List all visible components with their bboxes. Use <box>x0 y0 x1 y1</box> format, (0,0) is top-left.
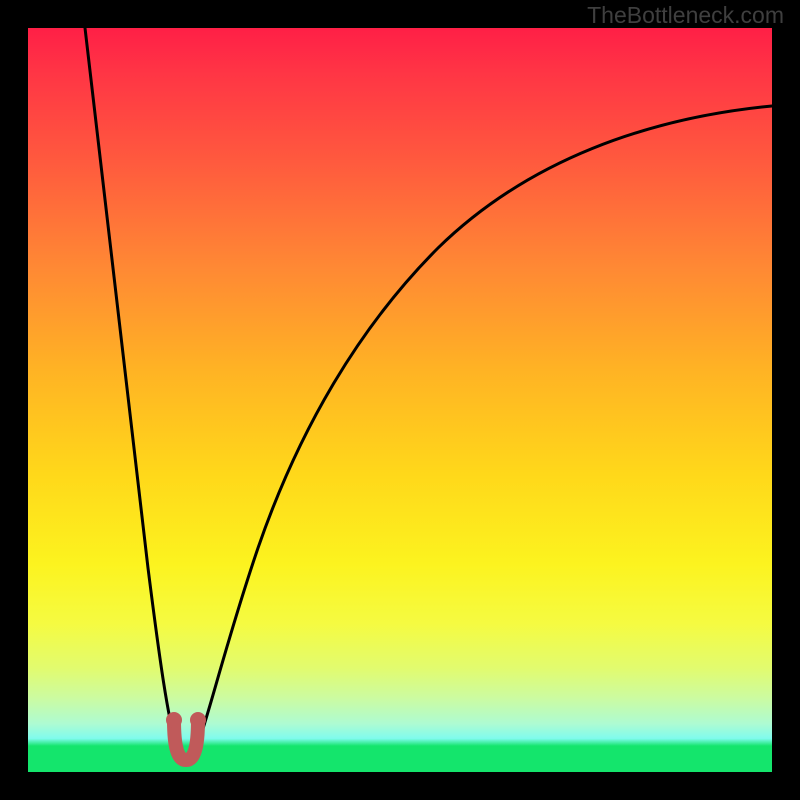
minimum-marker-left-dot-icon <box>166 712 182 728</box>
bottleneck-curve <box>85 28 772 756</box>
curve-layer <box>28 28 772 772</box>
chart-frame <box>28 28 772 772</box>
watermark-text: TheBottleneck.com <box>587 2 784 29</box>
minimum-marker-right-dot-icon <box>190 712 206 728</box>
